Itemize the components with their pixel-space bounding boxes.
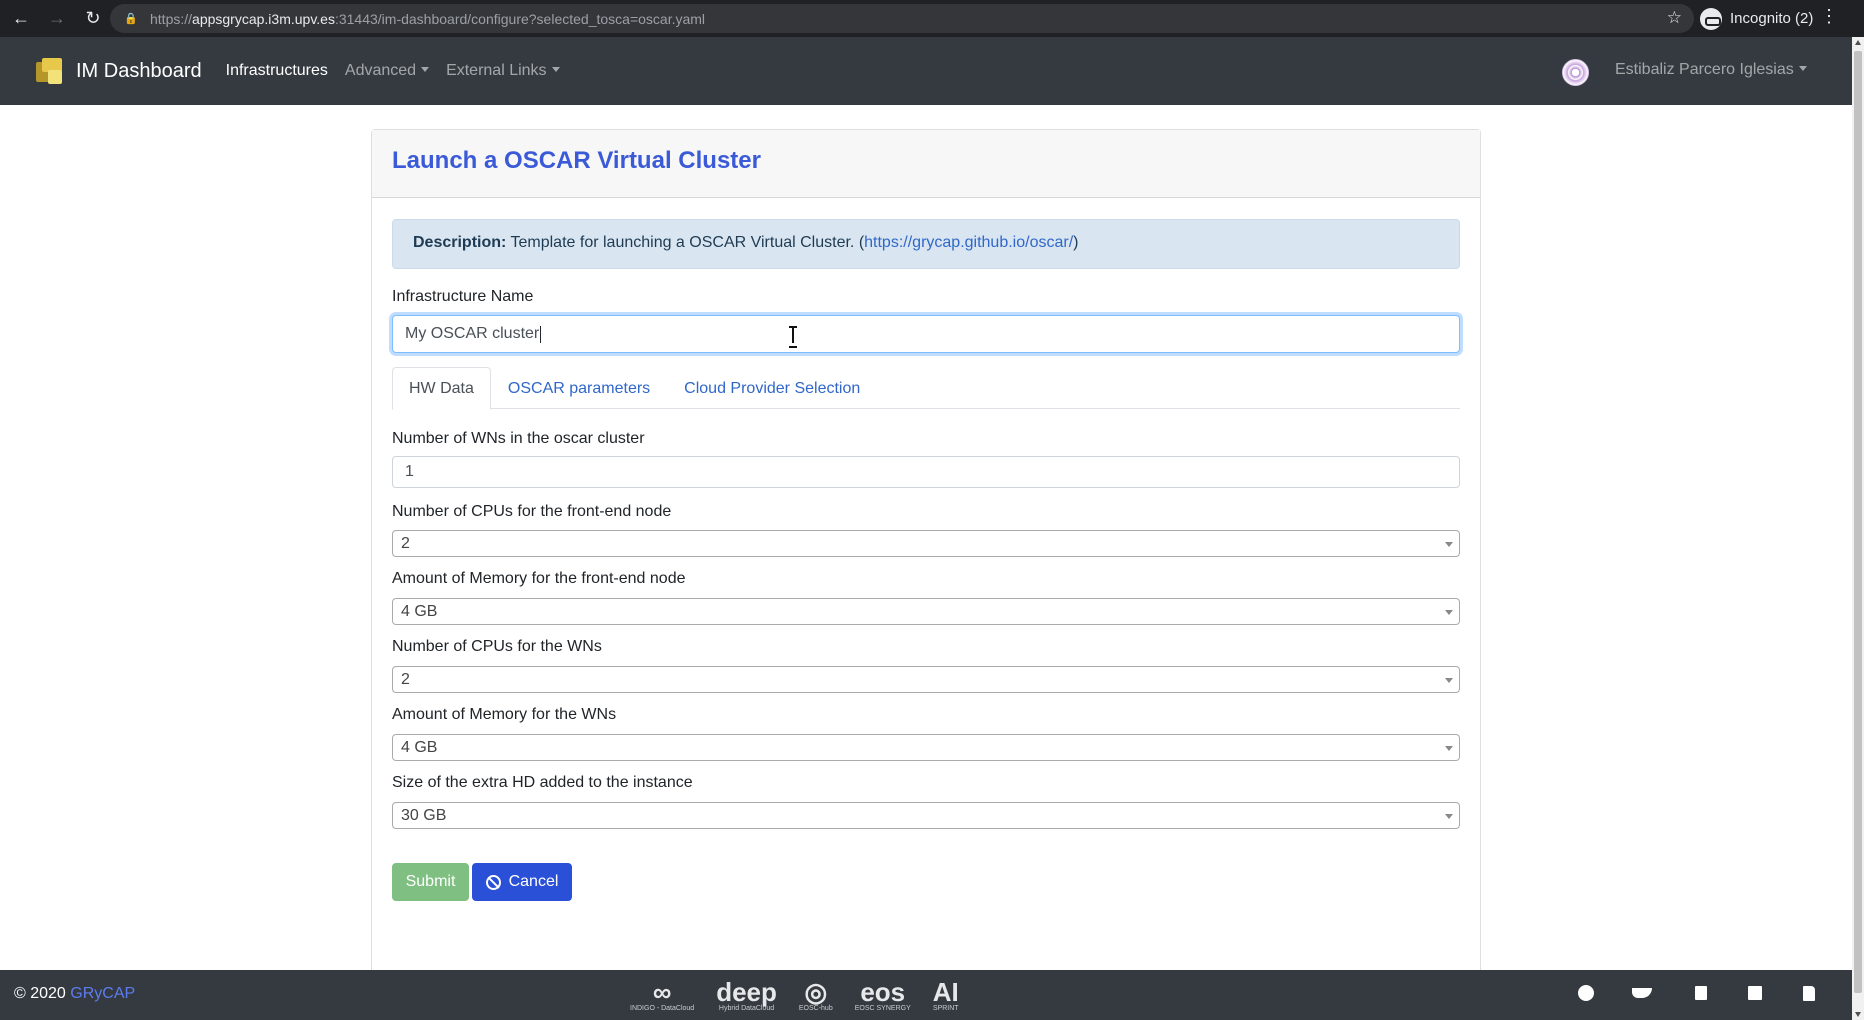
bookmark-star-icon[interactable]: ☆ bbox=[1667, 8, 1682, 28]
browser-toolbar: ← → ↻ 🔒 https://appsgrycap.i3m.upv.es:31… bbox=[0, 0, 1864, 37]
nav-item-external-links[interactable]: External Links bbox=[446, 62, 560, 80]
launch-card: Launch a OSCAR Virtual Cluster Descripti… bbox=[371, 129, 1481, 1000]
page-footer: © 2020 GRyCAP ∞ INDIGO - DataCloud deep Hy… bbox=[0, 970, 1852, 1020]
user-avatar[interactable] bbox=[1562, 59, 1589, 86]
tab-oscar-parameters[interactable]: OSCAR parameters bbox=[491, 367, 667, 409]
card-body: Description: Template for launching a OS… bbox=[392, 219, 1460, 901]
incognito-label: Incognito (2) bbox=[1730, 10, 1814, 27]
chevron-down-icon bbox=[1445, 746, 1453, 751]
card-header: Launch a OSCAR Virtual Cluster bbox=[372, 130, 1480, 198]
reload-icon[interactable]: ↻ bbox=[78, 4, 108, 34]
fe-mem-select[interactable]: 4 GB bbox=[392, 598, 1460, 625]
description-label: Description: bbox=[413, 234, 507, 251]
fe-mem-label: Amount of Memory for the front-end node bbox=[392, 570, 686, 587]
copyright: © 2020 GRyCAP bbox=[14, 985, 136, 1002]
chevron-down-icon bbox=[1445, 678, 1453, 683]
text-cursor-icon bbox=[789, 325, 797, 348]
fe-cpus-value: 2 bbox=[401, 534, 410, 552]
wn-cpus-value: 2 bbox=[401, 670, 410, 688]
cancel-button[interactable]: Cancel bbox=[472, 863, 572, 901]
submit-button[interactable]: Submit bbox=[392, 863, 469, 901]
github-icon[interactable] bbox=[1576, 983, 1596, 1003]
fe-cpus-select[interactable]: 2 bbox=[392, 530, 1460, 557]
brand[interactable]: IM Dashboard bbox=[34, 56, 202, 86]
fe-cpus-label: Number of CPUs for the front-end node bbox=[392, 503, 672, 520]
im-logo-icon bbox=[34, 56, 64, 86]
scroll-up-arrow-icon[interactable] bbox=[1855, 40, 1861, 45]
cancel-label: Cancel bbox=[508, 873, 559, 890]
browser-menu-icon[interactable]: ⋮ bbox=[1820, 6, 1838, 27]
infra-name-input[interactable]: My OSCAR cluster bbox=[392, 315, 1460, 353]
tab-cloud-provider-selection[interactable]: Cloud Provider Selection bbox=[667, 367, 877, 409]
disk-size-value: 30 GB bbox=[401, 806, 447, 824]
brand-title: IM Dashboard bbox=[76, 59, 202, 82]
num-wns-label: Number of WNs in the oscar cluster bbox=[392, 430, 645, 447]
docker-icon[interactable] bbox=[1632, 983, 1652, 1003]
partner-logos: ∞ INDIGO - DataCloud deep Hybrid DataCloud… bbox=[630, 978, 981, 1014]
wn-mem-label: Amount of Memory for the WNs bbox=[392, 706, 617, 723]
wn-mem-value: 4 GB bbox=[401, 738, 438, 756]
fe-mem-value: 4 GB bbox=[401, 602, 438, 620]
user-menu[interactable]: Estibaliz Parcero Iglesias bbox=[1615, 61, 1807, 79]
infra-name-value: My OSCAR cluster bbox=[405, 325, 540, 342]
num-wns-input[interactable]: 1 bbox=[392, 456, 1460, 488]
document-icon[interactable] bbox=[1799, 983, 1819, 1003]
url-text: https://appsgrycap.i3m.upv.es:31443/im-d… bbox=[150, 10, 706, 27]
disk-size-label: Size of the extra HD added to the instan… bbox=[392, 774, 693, 791]
scroll-down-arrow-icon[interactable] bbox=[1855, 1012, 1861, 1017]
eosc-synergy-logo[interactable]: eos EOSC SYNERGY bbox=[855, 978, 911, 1014]
infra-name-label: Infrastructure Name bbox=[392, 288, 534, 305]
wn-cpus-select[interactable]: 2 bbox=[392, 666, 1460, 693]
book-icon[interactable] bbox=[1745, 983, 1765, 1003]
description-alert: Description: Template for launching a OS… bbox=[392, 219, 1460, 269]
oscar-docs-link[interactable]: https://grycap.github.io/oscar/ bbox=[864, 234, 1073, 251]
incognito-indicator[interactable]: Incognito (2) bbox=[1700, 6, 1813, 31]
scroll-thumb[interactable] bbox=[1854, 51, 1862, 993]
indigo-logo[interactable]: ∞ INDIGO - DataCloud bbox=[630, 978, 694, 1014]
ban-icon bbox=[485, 874, 501, 890]
chevron-down-icon bbox=[1445, 610, 1453, 615]
num-wns-value: 1 bbox=[405, 463, 414, 480]
button-row: Submit Cancel bbox=[392, 863, 572, 901]
lock-icon: 🔒 bbox=[124, 12, 138, 25]
page-scrollbar[interactable] bbox=[1852, 37, 1864, 1020]
tab-hw-data[interactable]: HW Data bbox=[392, 367, 491, 410]
forward-arrow-icon[interactable]: → bbox=[42, 4, 72, 34]
disk-size-select[interactable]: 30 GB bbox=[392, 802, 1460, 829]
wn-cpus-label: Number of CPUs for the WNs bbox=[392, 638, 602, 655]
app-navbar: IM Dashboard Infrastructures Advanced Ex… bbox=[0, 37, 1852, 105]
nav-menu: Infrastructures Advanced External Links bbox=[226, 62, 577, 80]
wn-mem-select[interactable]: 4 GB bbox=[392, 734, 1460, 761]
spreadsheet-icon[interactable] bbox=[1691, 983, 1711, 1003]
grycap-link[interactable]: GRyCAP bbox=[70, 985, 135, 1002]
back-arrow-icon[interactable]: ← bbox=[6, 4, 36, 34]
nav-item-infrastructures[interactable]: Infrastructures bbox=[226, 62, 328, 80]
deep-logo[interactable]: deep Hybrid DataCloud bbox=[716, 978, 777, 1014]
chevron-down-icon bbox=[1445, 542, 1453, 547]
page-title: Launch a OSCAR Virtual Cluster bbox=[392, 147, 761, 174]
description-text: Template for launching a OSCAR Virtual C… bbox=[510, 234, 865, 251]
form-actions: Submit Cancel bbox=[392, 863, 1460, 901]
nav-item-advanced[interactable]: Advanced bbox=[345, 62, 429, 80]
incognito-icon bbox=[1700, 7, 1722, 30]
eosc-hub-logo[interactable]: ◎ EOSC-hub bbox=[799, 978, 833, 1014]
address-bar[interactable]: 🔒 https://appsgrycap.i3m.upv.es:31443/im… bbox=[110, 4, 1694, 33]
chevron-down-icon bbox=[1445, 814, 1453, 819]
ai-sprint-logo[interactable]: AI SPRINT bbox=[933, 978, 959, 1014]
tab-bar: HW Data OSCAR parameters Cloud Provider … bbox=[392, 367, 1460, 410]
